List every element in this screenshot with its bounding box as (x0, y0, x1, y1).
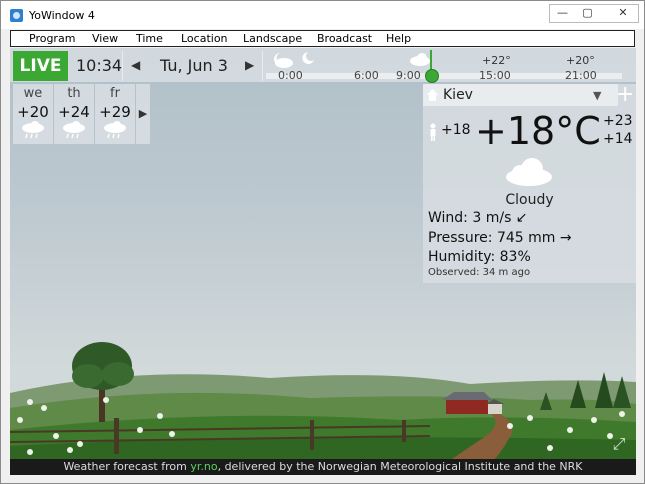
attribution-footer: Weather forecast from yr.no, delivered b… (10, 459, 636, 475)
high-temp: +23 (603, 113, 633, 129)
weather-scene: LIVE 10:34 ◀ Tu, Jun 3 ▶ 0:00 6:00 9:00 … (10, 48, 636, 475)
forecast-day-name: we (23, 86, 43, 101)
timeline-temp: +20° (566, 54, 595, 67)
forecast-day-temp: +20 (17, 103, 49, 121)
menu-help[interactable]: Help (386, 32, 411, 45)
prev-day-button[interactable]: ◀ (131, 58, 140, 72)
current-temperature: +18°C (475, 109, 601, 153)
forecast-day-temp: +29 (99, 103, 131, 121)
cloud-icon (410, 53, 430, 66)
forecast-day[interactable]: we +20 (13, 84, 53, 144)
chevron-down-icon[interactable]: ▼ (593, 89, 601, 102)
location-selector[interactable]: Kiev ▼ (423, 84, 618, 106)
window-title: YoWindow 4 (29, 9, 95, 22)
forecast-day[interactable]: fr +29 (95, 84, 135, 144)
divider (122, 51, 123, 81)
forecast-day-name: th (67, 86, 81, 101)
menu-view[interactable]: View (92, 32, 118, 45)
home-icon (427, 89, 438, 101)
current-weather-panel: Kiev ▼ + +18 +18°C +23 +14 Cloudy Wind: … (423, 82, 636, 283)
humidity-info: Humidity: 83% (428, 249, 531, 265)
cloud-icon (506, 158, 552, 186)
rain-cloud-icon (22, 121, 44, 139)
timeline-temp: +22° (482, 54, 511, 67)
low-temp: +14 (603, 131, 633, 147)
wind-info: Wind: 3 m/s ↙ (428, 210, 528, 226)
next-day-button[interactable]: ▶ (245, 58, 254, 72)
current-time: 10:34 (76, 56, 123, 75)
title-bar: YoWindow 4 — ▢ ✕ (1, 1, 644, 29)
timeline-label: 15:00 (479, 69, 511, 82)
maximize-button[interactable]: ▢ (573, 4, 602, 21)
forecast-day[interactable]: th +24 (54, 84, 94, 144)
observed-time: Observed: 34 m ago (428, 267, 531, 278)
footer-suffix: , delivered by the Norwegian Meteorologi… (217, 460, 583, 473)
timeline-cursor-line (430, 50, 432, 70)
yr-link[interactable]: yr.no (190, 460, 217, 473)
fullscreen-icon[interactable]: ⤢ (608, 433, 630, 455)
forecast-more-button[interactable]: ▶ (136, 84, 150, 144)
menu-program[interactable]: Program (29, 32, 75, 45)
forecast-day-temp: +24 (58, 103, 90, 121)
person-icon (430, 123, 436, 141)
current-date: Tu, Jun 3 (160, 56, 228, 75)
live-button[interactable]: LIVE (13, 51, 68, 81)
menu-time[interactable]: Time (136, 32, 163, 45)
menu-landscape[interactable]: Landscape (243, 32, 302, 45)
timeline-label: 9:00 (396, 69, 421, 82)
timeline-label: 21:00 (565, 69, 597, 82)
city-name: Kiev (443, 87, 473, 103)
menu-broadcast[interactable]: Broadcast (317, 32, 372, 45)
pressure-info: Pressure: 745 mm → (428, 230, 572, 246)
menu-bar: Program View Time Location Landscape Bro… (10, 30, 635, 47)
timeline-label: 6:00 (354, 69, 379, 82)
forecast-day-name: fr (110, 86, 120, 101)
close-button[interactable]: ✕ (605, 4, 641, 21)
rain-cloud-icon (63, 121, 85, 139)
feels-like-temp: +18 (441, 122, 471, 138)
app-window: YoWindow 4 — ▢ ✕ Program View Time Locat… (0, 0, 645, 484)
menu-location[interactable]: Location (181, 32, 228, 45)
timeline-cursor-handle[interactable] (425, 69, 439, 83)
yowindow-app-icon (10, 9, 23, 22)
add-location-button[interactable]: + (616, 82, 634, 107)
moon-cloud-icon (274, 52, 314, 68)
footer-prefix: Weather forecast from (63, 460, 191, 473)
divider (262, 51, 263, 81)
weather-condition: Cloudy (505, 192, 554, 208)
timeline-label: 0:00 (278, 69, 303, 82)
rain-cloud-icon (104, 121, 126, 139)
